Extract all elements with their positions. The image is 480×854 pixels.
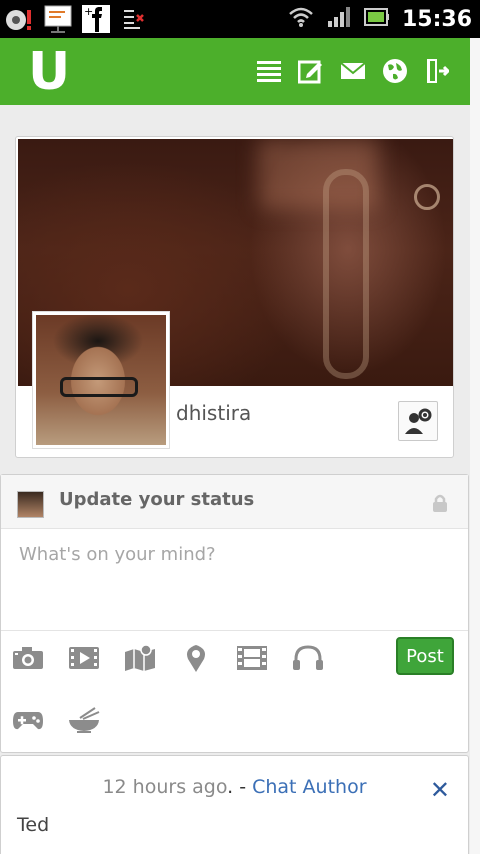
status-composer: Update your status Post (0, 474, 469, 753)
camera-icon[interactable] (11, 643, 45, 673)
profile-settings-button[interactable] (398, 401, 438, 441)
facebook-notification-icon[interactable]: + (80, 4, 112, 34)
header-nav (256, 56, 450, 86)
wifi-icon (288, 6, 314, 32)
map-icon[interactable] (123, 643, 157, 673)
feed-text: Ted (17, 814, 50, 836)
video-icon[interactable] (67, 643, 101, 673)
feed-timestamp: 12 hours ago (102, 776, 228, 798)
feed-meta: 12 hours ago. - Chat Author (1, 776, 468, 798)
feed-item: 12 hours ago. - Chat Author ✕ Ted (0, 755, 469, 854)
composer-header: Update your status (1, 475, 468, 529)
avatar (17, 491, 44, 518)
app-header: U (0, 38, 470, 105)
scrollbar-track[interactable] (470, 38, 480, 854)
status-clock: 15:36 (401, 6, 472, 32)
gamepad-icon[interactable] (11, 705, 45, 735)
svg-text:+: + (84, 5, 93, 18)
list-icon[interactable] (256, 56, 282, 86)
app-logo[interactable]: U (28, 42, 70, 102)
globe-icon[interactable] (382, 56, 408, 86)
mail-icon[interactable] (340, 56, 366, 86)
attachment-toolbar (11, 643, 323, 673)
headphones-icon[interactable] (291, 643, 325, 673)
profile-username[interactable]: dhistira (176, 401, 251, 425)
status-bar: + 15:36 (0, 0, 480, 38)
compose-icon[interactable] (298, 56, 324, 86)
lock-icon[interactable] (432, 493, 448, 513)
composer-title: Update your status (59, 489, 255, 510)
logout-icon[interactable] (424, 56, 450, 86)
feed-author-link[interactable]: Chat Author (252, 776, 366, 798)
task-list-notification-icon[interactable] (118, 4, 150, 34)
feed-separator: . - (227, 776, 253, 798)
battery-icon (363, 6, 390, 32)
close-icon[interactable]: ✕ (430, 778, 450, 802)
divider (1, 630, 468, 631)
user-settings-icon (405, 408, 432, 434)
location-pin-icon[interactable] (179, 643, 213, 673)
profile-avatar[interactable] (32, 311, 170, 449)
presentation-notification-icon[interactable] (42, 4, 74, 34)
alert-notification-icon[interactable] (4, 4, 36, 34)
post-button[interactable]: Post (396, 637, 454, 675)
profile-card: dhistira (15, 136, 454, 458)
food-bowl-icon[interactable] (67, 705, 101, 735)
status-input[interactable] (1, 530, 468, 630)
film-icon[interactable] (235, 643, 269, 673)
signal-icon (326, 6, 352, 32)
